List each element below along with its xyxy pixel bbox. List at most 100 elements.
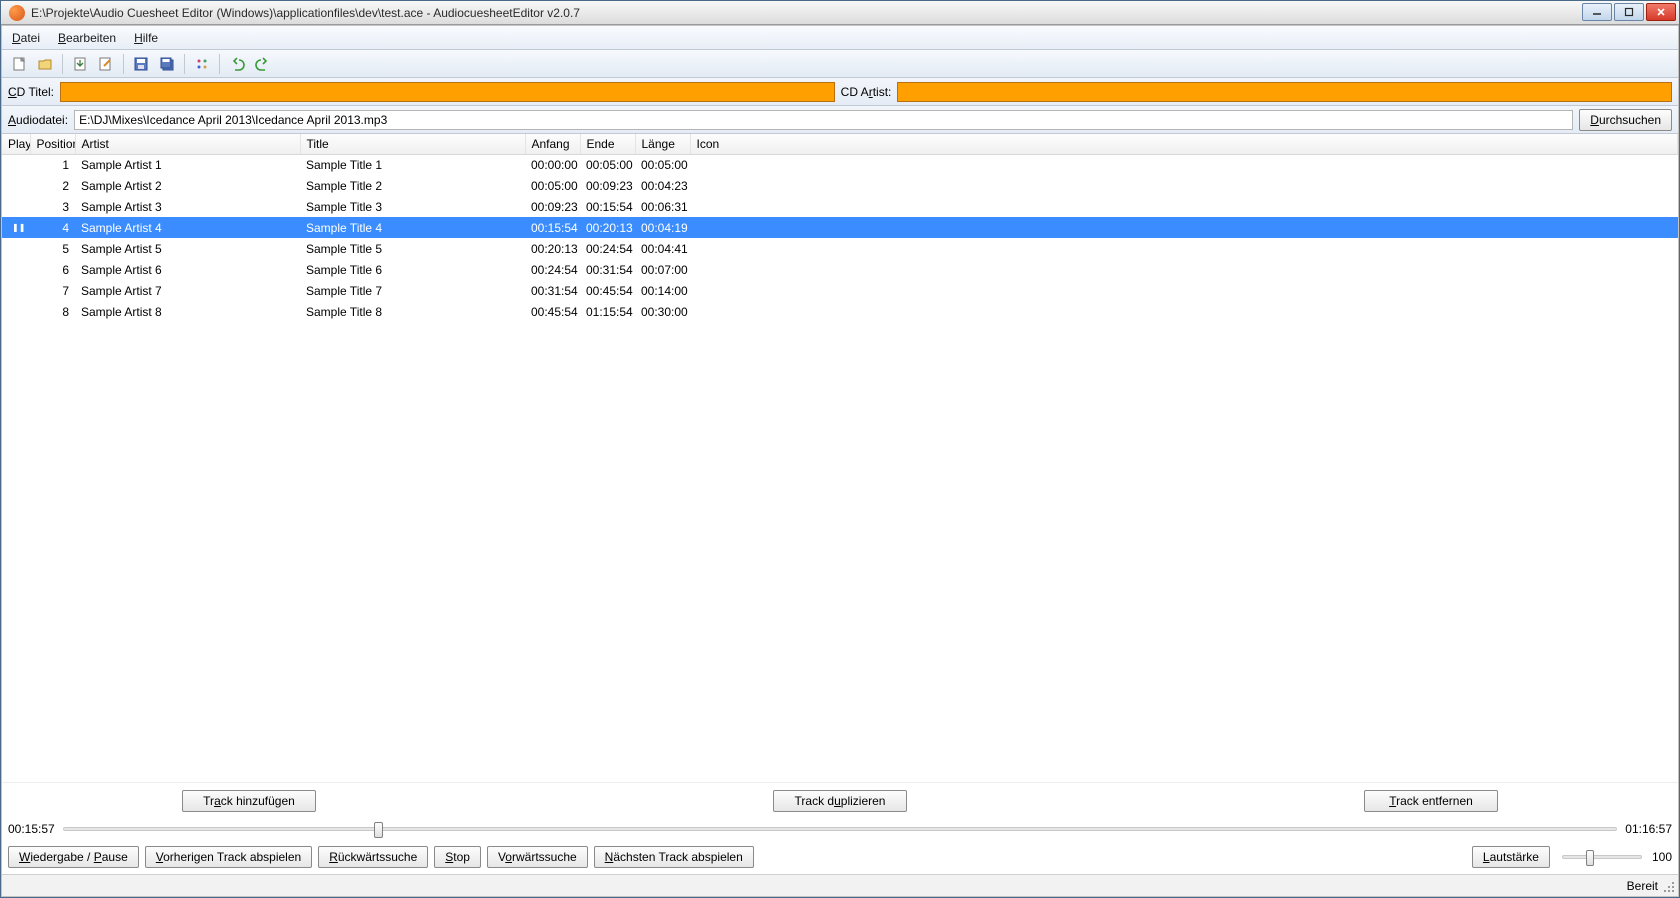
redo-button[interactable] bbox=[252, 53, 274, 75]
import-button[interactable] bbox=[69, 53, 91, 75]
dup-track-button[interactable]: Track duplizieren bbox=[773, 790, 907, 812]
audiofile-label: Audiodatei: bbox=[8, 113, 68, 127]
cell-start: 00:31:54 bbox=[525, 280, 580, 301]
table-row[interactable]: 3Sample Artist 3Sample Title 300:09:2300… bbox=[2, 196, 1678, 217]
cell-artist: Sample Artist 8 bbox=[75, 301, 300, 322]
seek-back-button[interactable]: Rückwärtssuche bbox=[318, 846, 428, 868]
cd-artist-input[interactable] bbox=[897, 82, 1672, 102]
cell-playing bbox=[2, 175, 30, 196]
cd-title-input[interactable] bbox=[60, 82, 835, 102]
cell-position: 6 bbox=[30, 259, 75, 280]
col-artist[interactable]: Artist bbox=[75, 134, 300, 154]
cell-position: 1 bbox=[30, 154, 75, 175]
col-title[interactable]: Title bbox=[300, 134, 525, 154]
time-row: 00:15:57 01:16:57 bbox=[2, 818, 1678, 840]
col-icon[interactable]: Icon bbox=[690, 134, 1678, 154]
minimize-button[interactable] bbox=[1582, 3, 1612, 21]
seek-thumb[interactable] bbox=[374, 822, 383, 838]
volume-slider[interactable] bbox=[1562, 855, 1642, 859]
volume-button[interactable]: Lautstärke bbox=[1472, 846, 1550, 868]
audiofile-row: Audiodatei: Durchsuchen bbox=[2, 106, 1678, 134]
volume-thumb[interactable] bbox=[1586, 850, 1594, 866]
cd-artist-label: CD Artist: bbox=[841, 85, 892, 99]
save-button[interactable] bbox=[130, 53, 152, 75]
close-button[interactable] bbox=[1646, 3, 1676, 21]
new-button[interactable] bbox=[8, 53, 30, 75]
table-row[interactable]: 8Sample Artist 8Sample Title 800:45:5401… bbox=[2, 301, 1678, 322]
minimize-icon bbox=[1592, 7, 1602, 17]
cell-position: 2 bbox=[30, 175, 75, 196]
save-all-button[interactable] bbox=[156, 53, 178, 75]
col-start[interactable]: Anfang bbox=[525, 134, 580, 154]
cell-title: Sample Title 8 bbox=[300, 301, 525, 322]
col-length[interactable]: Länge bbox=[635, 134, 690, 154]
cd-fields-row: CD Titel: CD Artist: bbox=[2, 78, 1678, 106]
add-track-button[interactable]: Track hinzufügen bbox=[182, 790, 316, 812]
cell-end: 00:24:54 bbox=[580, 238, 635, 259]
playpause-button[interactable]: Wiedergabe / Pause bbox=[8, 846, 139, 868]
cell-end: 00:05:00 bbox=[580, 154, 635, 175]
toolbar-separator bbox=[219, 54, 220, 74]
cell-end: 00:45:54 bbox=[580, 280, 635, 301]
cell-artist: Sample Artist 2 bbox=[75, 175, 300, 196]
cell-title: Sample Title 6 bbox=[300, 259, 525, 280]
prev-track-button[interactable]: Vorherigen Track abspielen bbox=[145, 846, 312, 868]
menu-file-label: atei bbox=[21, 31, 40, 45]
undo-button[interactable] bbox=[226, 53, 248, 75]
cell-position: 7 bbox=[30, 280, 75, 301]
seek-slider[interactable] bbox=[63, 827, 1618, 831]
toolbar-separator bbox=[62, 54, 63, 74]
maximize-button[interactable] bbox=[1614, 3, 1644, 21]
remove-track-button[interactable]: Track entfernen bbox=[1364, 790, 1498, 812]
open-button[interactable] bbox=[34, 53, 56, 75]
cell-icon bbox=[690, 238, 1678, 259]
cd-title-label: CD Titel: bbox=[8, 85, 54, 99]
redo-icon bbox=[255, 56, 271, 72]
cell-playing bbox=[2, 301, 30, 322]
maximize-icon bbox=[1624, 7, 1634, 17]
table-row[interactable]: 6Sample Artist 6Sample Title 600:24:5400… bbox=[2, 259, 1678, 280]
browse-button[interactable]: Durchsuchen bbox=[1579, 109, 1672, 131]
cell-length: 00:04:19 bbox=[635, 217, 690, 238]
col-end[interactable]: Ende bbox=[580, 134, 635, 154]
table-row[interactable]: 2Sample Artist 2Sample Title 200:05:0000… bbox=[2, 175, 1678, 196]
table-row[interactable]: 5Sample Artist 5Sample Title 500:20:1300… bbox=[2, 238, 1678, 259]
save-icon bbox=[133, 56, 149, 72]
menu-help[interactable]: Hilfe bbox=[130, 29, 162, 47]
col-playing[interactable]: Playir bbox=[2, 134, 30, 154]
import-icon bbox=[72, 56, 88, 72]
menu-file[interactable]: Datei bbox=[8, 29, 44, 47]
seek-fwd-button[interactable]: Vorwärtssuche bbox=[487, 846, 588, 868]
table-row[interactable]: 1Sample Artist 1Sample Title 100:00:0000… bbox=[2, 154, 1678, 175]
open-folder-icon bbox=[37, 56, 53, 72]
time-total: 01:16:57 bbox=[1625, 822, 1672, 836]
cell-icon bbox=[690, 217, 1678, 238]
cell-artist: Sample Artist 5 bbox=[75, 238, 300, 259]
table-header-row[interactable]: Playir Position Artist Title Anfang Ende… bbox=[2, 134, 1678, 154]
track-table[interactable]: Playir Position Artist Title Anfang Ende… bbox=[2, 134, 1678, 322]
col-position[interactable]: Position bbox=[30, 134, 75, 154]
cell-title: Sample Title 2 bbox=[300, 175, 525, 196]
cell-position: 5 bbox=[30, 238, 75, 259]
table-row[interactable]: 7Sample Artist 7Sample Title 700:31:5400… bbox=[2, 280, 1678, 301]
cell-playing bbox=[2, 238, 30, 259]
track-actions-row: Track hinzufügen Track duplizieren Track… bbox=[2, 782, 1678, 818]
cell-icon bbox=[690, 175, 1678, 196]
cell-length: 00:30:00 bbox=[635, 301, 690, 322]
cell-icon bbox=[690, 301, 1678, 322]
title-bar: E:\Projekte\Audio Cuesheet Editor (Windo… bbox=[1, 1, 1679, 25]
stop-button[interactable]: Stop bbox=[434, 846, 481, 868]
autofill-icon bbox=[194, 56, 210, 72]
cell-title: Sample Title 1 bbox=[300, 154, 525, 175]
menu-edit[interactable]: Bearbeiten bbox=[54, 29, 120, 47]
audiofile-input[interactable] bbox=[74, 110, 1573, 130]
cell-start: 00:45:54 bbox=[525, 301, 580, 322]
autofill-button[interactable] bbox=[191, 53, 213, 75]
time-current: 00:15:57 bbox=[8, 822, 55, 836]
resize-grip[interactable] bbox=[1662, 880, 1676, 894]
next-track-button[interactable]: Nächsten Track abspielen bbox=[594, 846, 754, 868]
table-row[interactable]: ❚❚4Sample Artist 4Sample Title 400:15:54… bbox=[2, 217, 1678, 238]
edit-track-button[interactable] bbox=[95, 53, 117, 75]
cell-artist: Sample Artist 4 bbox=[75, 217, 300, 238]
new-file-icon bbox=[11, 56, 27, 72]
